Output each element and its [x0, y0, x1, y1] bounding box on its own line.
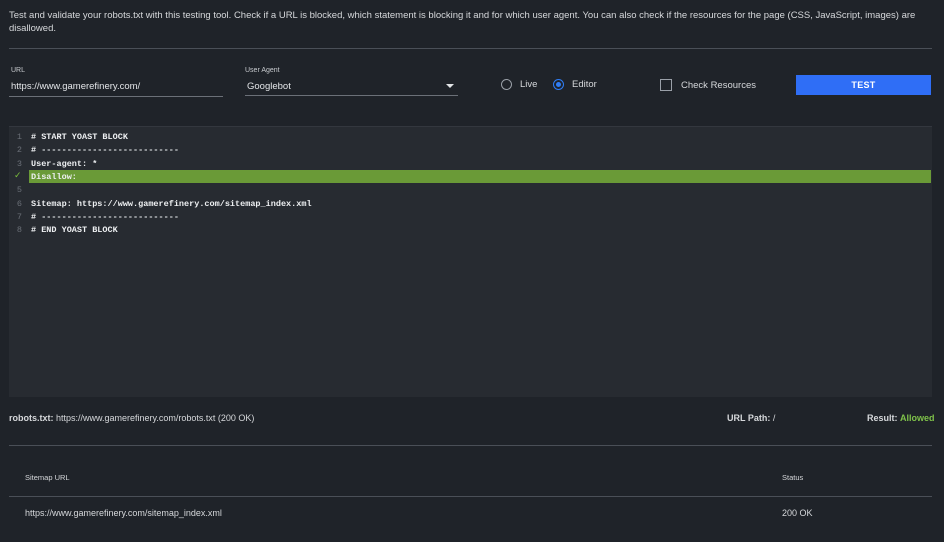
robots-info: robots.txt: https://www.gamerefinery.com…	[9, 413, 254, 423]
checkbox-icon	[660, 79, 672, 91]
line-number: 5	[16, 185, 22, 196]
result-info: Result: Allowed	[867, 413, 935, 423]
line-code: # START YOAST BLOCK	[31, 132, 128, 142]
editor-line[interactable]: ✓ Disallow:	[9, 169, 931, 183]
line-code: User-agent: *	[31, 158, 98, 169]
line-number: 6	[16, 198, 22, 209]
editor-line[interactable]: 7 # ---------------------------	[9, 210, 931, 223]
sitemap-url-header: Sitemap URL	[25, 473, 70, 482]
check-resources-checkbox[interactable]: Check Resources	[660, 79, 756, 91]
editor-line[interactable]: 2 # ---------------------------	[9, 143, 931, 156]
divider	[9, 445, 932, 446]
editor-line[interactable]: 5	[9, 183, 931, 196]
line-number: 7	[16, 211, 22, 222]
robots-editor[interactable]: 1 # START YOAST BLOCK 2 # -----------------…	[9, 126, 932, 397]
editor-line[interactable]: 8 # END YOAST BLOCK	[9, 223, 931, 236]
line-number: 1	[16, 132, 22, 142]
radio-off-icon	[501, 79, 512, 90]
mode-editor-label: Editor	[572, 79, 597, 90]
user-agent-value: Googlebot	[247, 81, 291, 92]
checkmark-icon: ✓	[14, 170, 22, 181]
mode-editor-radio[interactable]: Editor	[553, 79, 597, 90]
result-value: Allowed	[900, 413, 935, 423]
check-resources-label: Check Resources	[681, 79, 756, 91]
line-code: # ---------------------------	[31, 211, 179, 222]
intro-text: Test and validate your robots.txt with t…	[9, 10, 916, 34]
line-code: Disallow:	[31, 171, 77, 182]
test-button[interactable]: TEST	[796, 75, 931, 95]
url-path-value: /	[772, 413, 776, 423]
chevron-down-icon	[446, 84, 454, 88]
line-code: # END YOAST BLOCK	[31, 225, 118, 236]
sitemap-url-cell[interactable]: https://www.gamerefinery.com/sitemap_ind…	[25, 508, 222, 518]
line-number: 3	[16, 158, 22, 169]
sitemap-status-cell: 200 OK	[782, 508, 813, 518]
mode-live-label: Live	[520, 79, 538, 90]
editor-line[interactable]: 3 User-agent: *	[9, 157, 931, 170]
editor-line[interactable]: 6 Sitemap: https://www.gamerefinery.com/s…	[9, 197, 931, 210]
matched-line-highlight	[29, 169, 931, 183]
editor-line[interactable]: 1 # START YOAST BLOCK	[9, 130, 931, 143]
line-number: 8	[16, 225, 22, 236]
line-code: Sitemap: https://www.gamerefinery.com/si…	[31, 198, 312, 209]
url-path-label: URL Path:	[727, 413, 771, 423]
user-agent-select[interactable]: Googlebot	[245, 78, 458, 96]
robots-label: robots.txt:	[9, 413, 54, 423]
line-number: 2	[16, 145, 22, 156]
user-agent-label: User Agent	[245, 67, 280, 74]
url-label: URL	[11, 67, 26, 74]
url-input[interactable]	[9, 79, 223, 97]
robots-value: https://www.gamerefinery.com/robots.txt …	[56, 413, 255, 423]
status-header: Status	[782, 473, 804, 482]
table-header-divider	[9, 496, 932, 497]
radio-on-icon	[553, 79, 564, 90]
result-label: Result:	[867, 413, 898, 423]
url-path-info: URL Path: /	[727, 413, 775, 423]
line-code: # ---------------------------	[31, 145, 179, 156]
mode-live-radio[interactable]: Live	[501, 79, 537, 90]
divider	[9, 48, 932, 49]
